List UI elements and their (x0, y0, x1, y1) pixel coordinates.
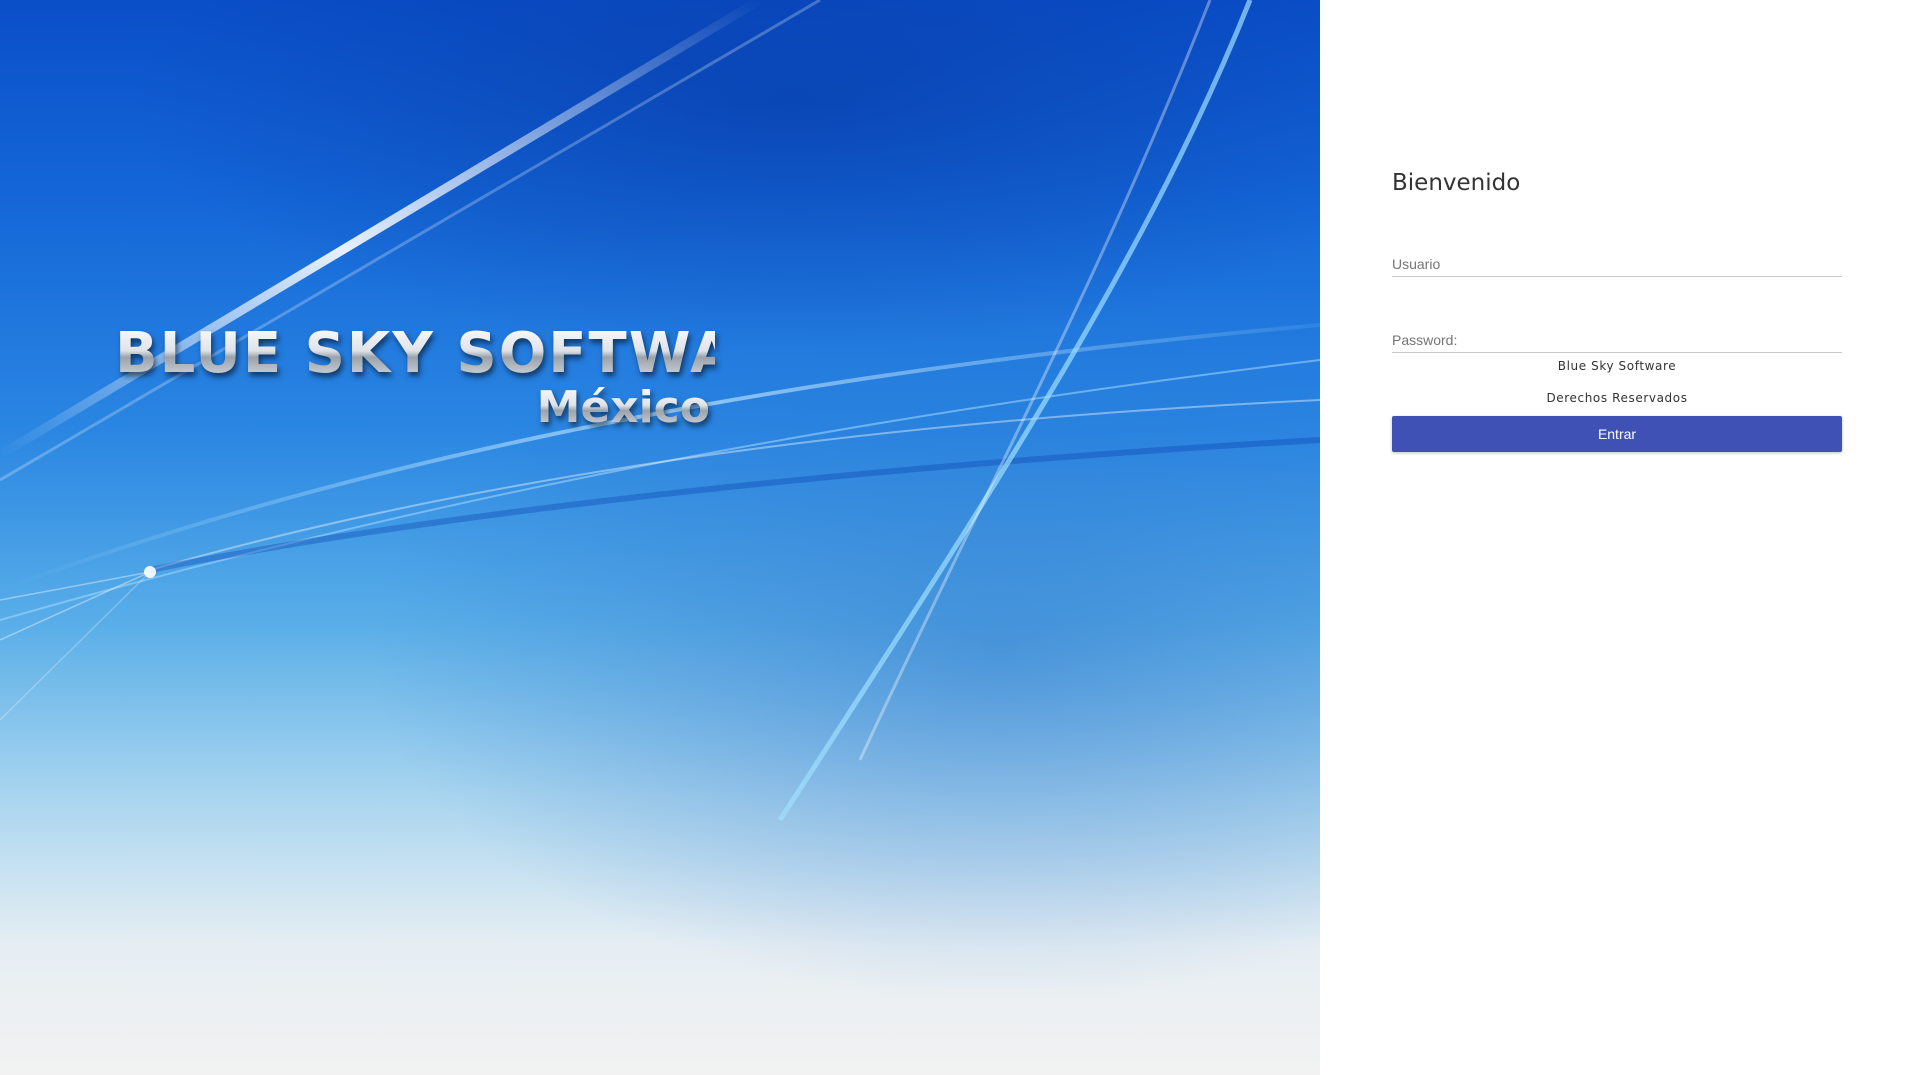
company-name: Blue Sky Software (1557, 359, 1677, 373)
login-panel: Bienvenido Usuario Password: Blue Sky So… (1320, 0, 1915, 1075)
brand-logo: BLUE SKY SOFTWARE México (115, 321, 821, 434)
light-streaks-graphic (0, 0, 1320, 822)
rights-text: Derechos Reservados (1546, 391, 1688, 405)
hero-background: BLUE SKY SOFTWARE México (0, 0, 1320, 1075)
brand-title: BLUE SKY SOFTWARE (115, 321, 821, 386)
login-page: BLUE SKY SOFTWARE México Bienvenido Usua… (0, 0, 1915, 1075)
username-input[interactable] (1392, 254, 1842, 276)
brand-subtitle: México (536, 382, 710, 433)
login-button[interactable]: Entrar (1392, 416, 1842, 452)
password-input[interactable] (1392, 330, 1842, 352)
login-form: Bienvenido Usuario Password: Blue Sky So… (1392, 165, 1842, 452)
welcome-heading: Bienvenido (1392, 170, 1521, 196)
username-field[interactable]: Usuario (1392, 251, 1842, 277)
password-field[interactable]: Password: (1392, 327, 1842, 353)
